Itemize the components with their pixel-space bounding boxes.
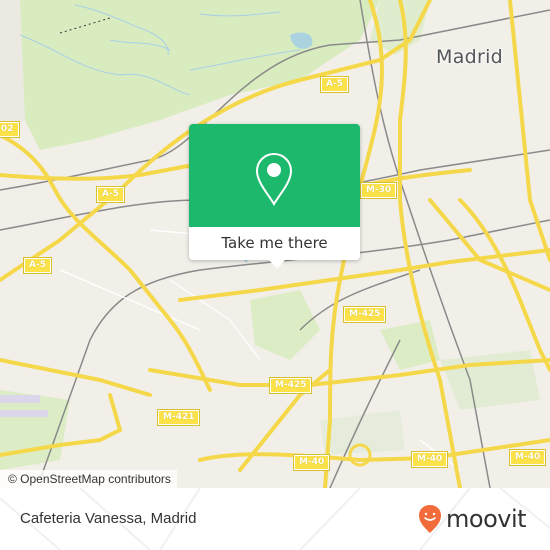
brand-name: moovit [446, 505, 527, 533]
city-label: Madrid [436, 46, 504, 68]
road-shield-m30: M-30 [359, 182, 398, 199]
moovit-logo[interactable]: moovit [418, 503, 527, 535]
map-pin-icon [255, 152, 293, 206]
road-shield-a5-west: A-5 [96, 186, 125, 203]
road-shield-m40-far-right: M-40 [508, 449, 547, 466]
map-view[interactable]: A-5 A-5 A-5 M-30 M-425 M-425 M-421 M-40 … [0, 0, 550, 488]
road-shield-m40-center: M-40 [292, 454, 331, 471]
take-me-there-button[interactable]: Take me there [189, 227, 360, 260]
moovit-pin-icon [419, 505, 441, 533]
footer: Cafeteria Vanessa, Madrid moovit [0, 488, 550, 550]
location-popup: Take me there [189, 124, 360, 269]
road-shield-a5-north: A-5 [320, 76, 349, 93]
popup-header [189, 124, 360, 227]
road-shield-a5-southwest: A-5 [23, 257, 52, 274]
road-shield-02: 02 [0, 121, 20, 138]
popup-pointer [269, 260, 285, 269]
road-shield-m425-east: M-425 [342, 306, 387, 323]
map-attribution[interactable]: © OpenStreetMap contributors [0, 470, 177, 488]
road-shield-m425-south: M-425 [268, 377, 313, 394]
road-shield-m421: M-421 [156, 409, 201, 426]
place-title: Cafeteria Vanessa, Madrid [20, 510, 197, 527]
road-shield-m40-right: M-40 [410, 451, 449, 468]
